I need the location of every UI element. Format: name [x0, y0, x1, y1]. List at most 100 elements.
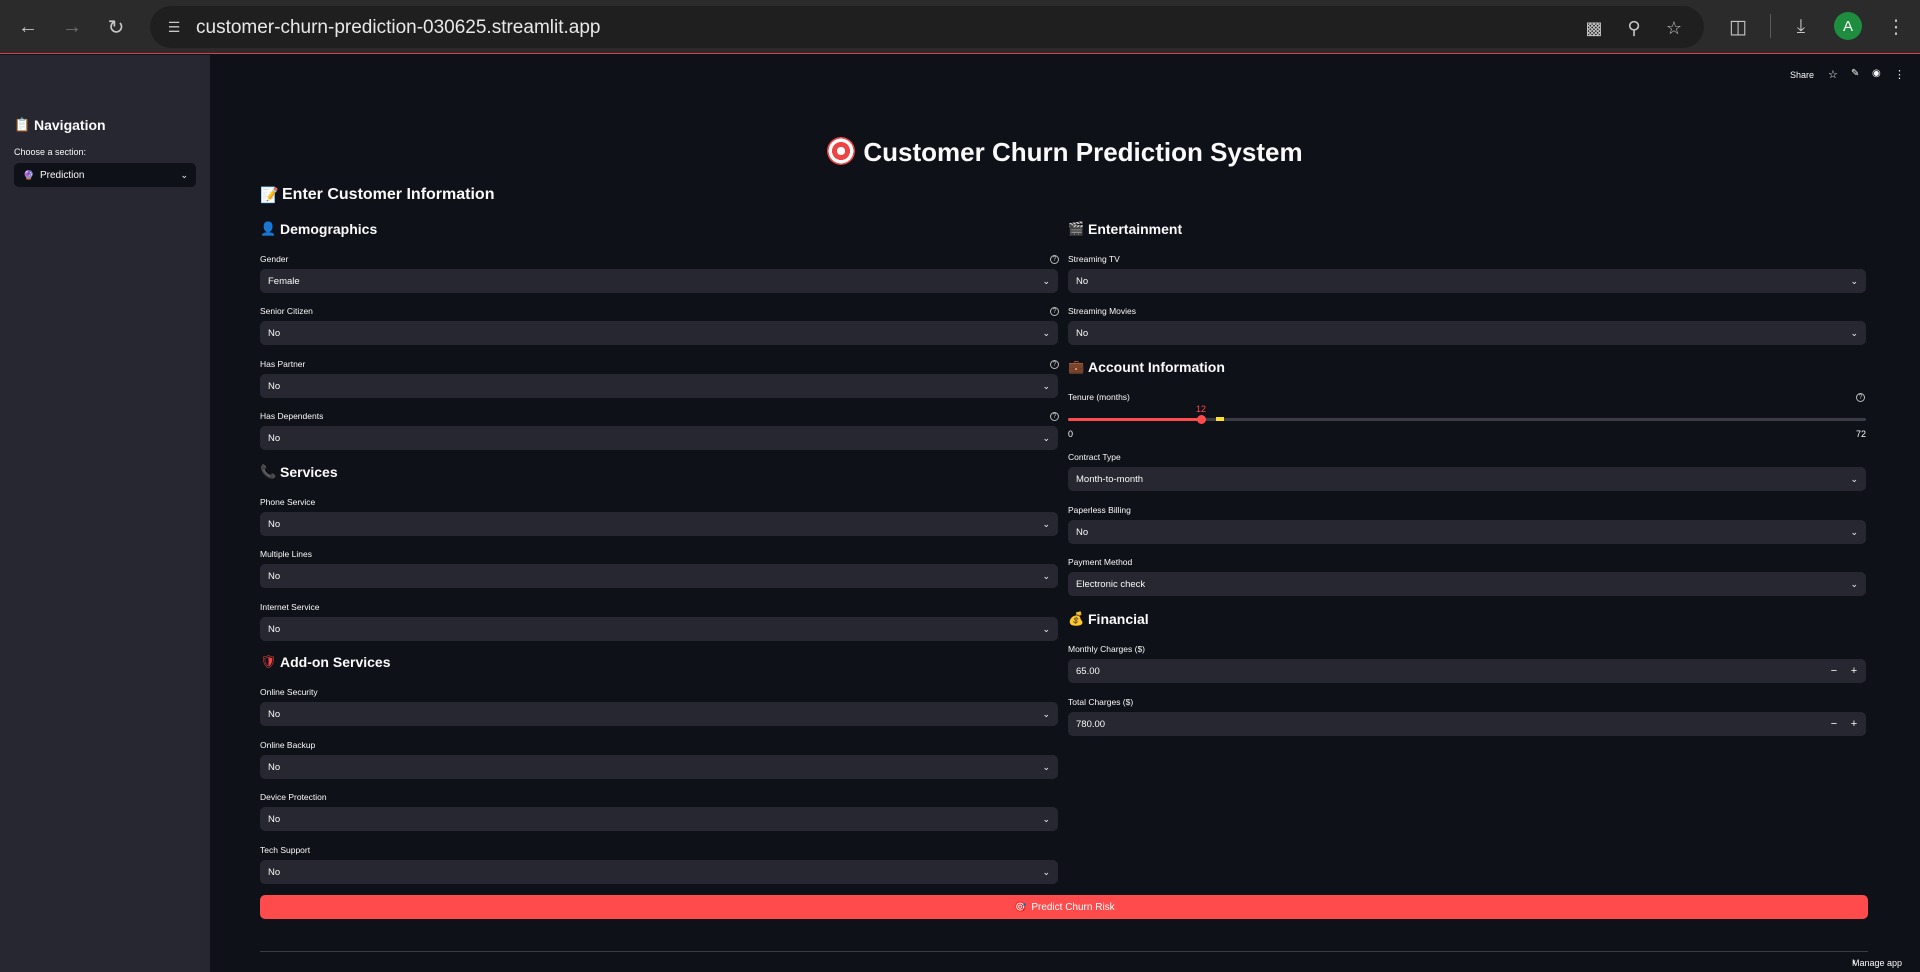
monthly-charges-input[interactable]: 65.00 − +	[1068, 659, 1866, 683]
device-label: Device Protection	[260, 792, 327, 802]
senior-select[interactable]: No ⌄	[260, 321, 1058, 345]
streaming-tv-select[interactable]: No ⌄	[1068, 269, 1866, 293]
chevron-down-icon: ⌄	[1042, 708, 1050, 719]
senior-value: No	[268, 327, 281, 339]
download-icon[interactable]: ⤓	[1785, 11, 1817, 43]
decrement-button[interactable]: −	[1826, 716, 1842, 732]
tenure-label: Tenure (months)	[1068, 392, 1130, 402]
chevron-down-icon: ⌄	[1042, 623, 1050, 634]
tech-value: No	[268, 866, 281, 878]
edit-pencil-icon[interactable]: ✎	[1851, 68, 1859, 79]
url-text[interactable]: customer-churn-prediction-030625.streaml…	[196, 17, 600, 39]
contract-select[interactable]: Month-to-month ⌄	[1068, 467, 1866, 491]
dependents-select[interactable]: No ⌄	[260, 426, 1058, 450]
phone-select[interactable]: No ⌄	[260, 512, 1058, 536]
financial-heading-text: Financial	[1088, 611, 1149, 627]
address-bar[interactable]: ☰ customer-churn-prediction-030625.strea…	[150, 6, 1704, 48]
streaming-movies-select[interactable]: No ⌄	[1068, 321, 1866, 345]
share-button[interactable]: Share	[1790, 70, 1814, 80]
paperless-value: No	[1076, 526, 1089, 538]
browser-menu-icon[interactable]: ⋮	[1880, 11, 1912, 43]
favorite-star-icon[interactable]: ☆	[1828, 68, 1838, 81]
payment-select[interactable]: Electronic check ⌄	[1068, 572, 1866, 596]
crystal-ball-icon: 🔮	[23, 169, 35, 180]
services-heading: 📞 Services	[260, 464, 338, 480]
entertainment-heading: 🎬 Entertainment	[1068, 221, 1182, 237]
tenure-slider-marker	[1216, 417, 1224, 421]
backup-select[interactable]: No ⌄	[260, 755, 1058, 779]
dependents-value: No	[268, 432, 281, 444]
bookmark-star-icon[interactable]: ☆	[1662, 16, 1686, 40]
security-select[interactable]: No ⌄	[260, 702, 1058, 726]
tenure-slider-value: 12	[1196, 404, 1207, 414]
install-app-icon[interactable]: ▩	[1582, 16, 1606, 40]
monthly-charges-value[interactable]: 65.00	[1076, 666, 1100, 677]
partner-select[interactable]: No ⌄	[260, 374, 1058, 398]
account-heading: 💼 Account Information	[1068, 359, 1225, 375]
tenure-slider-thumb[interactable]	[1197, 415, 1207, 424]
browser-chrome: ← → ↻ ☰ customer-churn-prediction-030625…	[0, 0, 1920, 54]
contract-label: Contract Type	[1068, 452, 1121, 462]
chevron-down-icon: ⌄	[1850, 275, 1858, 286]
section-select-value: Prediction	[40, 169, 85, 181]
demographics-heading-text: Demographics	[280, 221, 378, 237]
chevron-down-icon: ⌄	[1042, 275, 1050, 286]
gender-select[interactable]: Female ⌄	[260, 269, 1058, 293]
section-select[interactable]: 🔮 Prediction ⌄	[14, 163, 196, 187]
extensions-icon[interactable]: ◫	[1722, 11, 1754, 43]
partner-value: No	[268, 380, 281, 392]
target-icon	[827, 137, 856, 165]
addons-heading-text: Add-on Services	[280, 654, 391, 670]
streaming-tv-label: Streaming TV	[1068, 254, 1120, 264]
predict-churn-button[interactable]: 🎯 Predict Churn Risk	[260, 895, 1868, 919]
payment-value: Electronic check	[1076, 578, 1146, 590]
reload-icon[interactable]: ↻	[100, 11, 132, 43]
phone-value: No	[268, 518, 281, 530]
payment-label: Payment Method	[1068, 557, 1133, 567]
zoom-icon[interactable]: ⚲	[1622, 16, 1646, 40]
security-value: No	[268, 708, 281, 720]
help-icon[interactable]: ?	[1050, 360, 1059, 369]
paperless-select[interactable]: No ⌄	[1068, 520, 1866, 544]
streaming-movies-value: No	[1076, 327, 1089, 339]
financial-heading: 💰 Financial	[1068, 611, 1149, 627]
manage-app-button[interactable]: Manage app	[1852, 958, 1902, 968]
multiple-lines-select[interactable]: No ⌄	[260, 564, 1058, 588]
help-icon[interactable]: ?	[1050, 307, 1059, 316]
chevron-down-icon: ⌄	[1850, 578, 1858, 589]
total-charges-label: Total Charges ($)	[1068, 697, 1134, 707]
briefcase-icon: 💼	[1068, 359, 1085, 374]
forward-icon[interactable]: →	[56, 11, 88, 43]
app-menu-icon[interactable]: ⋮	[1894, 68, 1905, 81]
profile-avatar[interactable]: A	[1834, 12, 1862, 40]
github-icon[interactable]: ◉	[1872, 68, 1881, 79]
phone-label: Phone Service	[260, 497, 316, 507]
clipboard-icon: 📋	[14, 117, 31, 132]
total-charges-value[interactable]: 780.00	[1076, 719, 1105, 730]
device-select[interactable]: No ⌄	[260, 807, 1058, 831]
tech-label: Tech Support	[260, 845, 311, 855]
internet-select[interactable]: No ⌄	[260, 617, 1058, 641]
sidebar: 📋 Navigation Choose a section: 🔮 Predict…	[0, 55, 210, 972]
tenure-max: 72	[1856, 429, 1867, 439]
chrome-divider	[1770, 14, 1771, 38]
back-icon[interactable]: ←	[12, 11, 44, 43]
increment-button[interactable]: +	[1846, 663, 1862, 679]
help-icon[interactable]: ?	[1856, 393, 1865, 402]
security-label: Online Security	[260, 687, 318, 697]
shield-icon: 🛡	[260, 654, 277, 669]
total-charges-input[interactable]: 780.00 − +	[1068, 712, 1866, 736]
tech-select[interactable]: No ⌄	[260, 860, 1058, 884]
chevron-down-icon: ⌄	[1850, 526, 1858, 537]
site-info-icon[interactable]: ☰	[164, 17, 184, 37]
decrement-button[interactable]: −	[1826, 663, 1842, 679]
increment-button[interactable]: +	[1846, 716, 1862, 732]
person-icon: 👤	[260, 221, 277, 236]
help-icon[interactable]: ?	[1050, 412, 1059, 421]
help-icon[interactable]: ?	[1050, 255, 1059, 264]
divider	[260, 951, 1868, 952]
services-heading-text: Services	[280, 464, 338, 480]
enter-info-heading: 📝 Enter Customer Information	[260, 186, 494, 204]
chevron-down-icon: ⌄	[1042, 432, 1050, 443]
chevron-down-icon: ⌄	[1042, 518, 1050, 529]
